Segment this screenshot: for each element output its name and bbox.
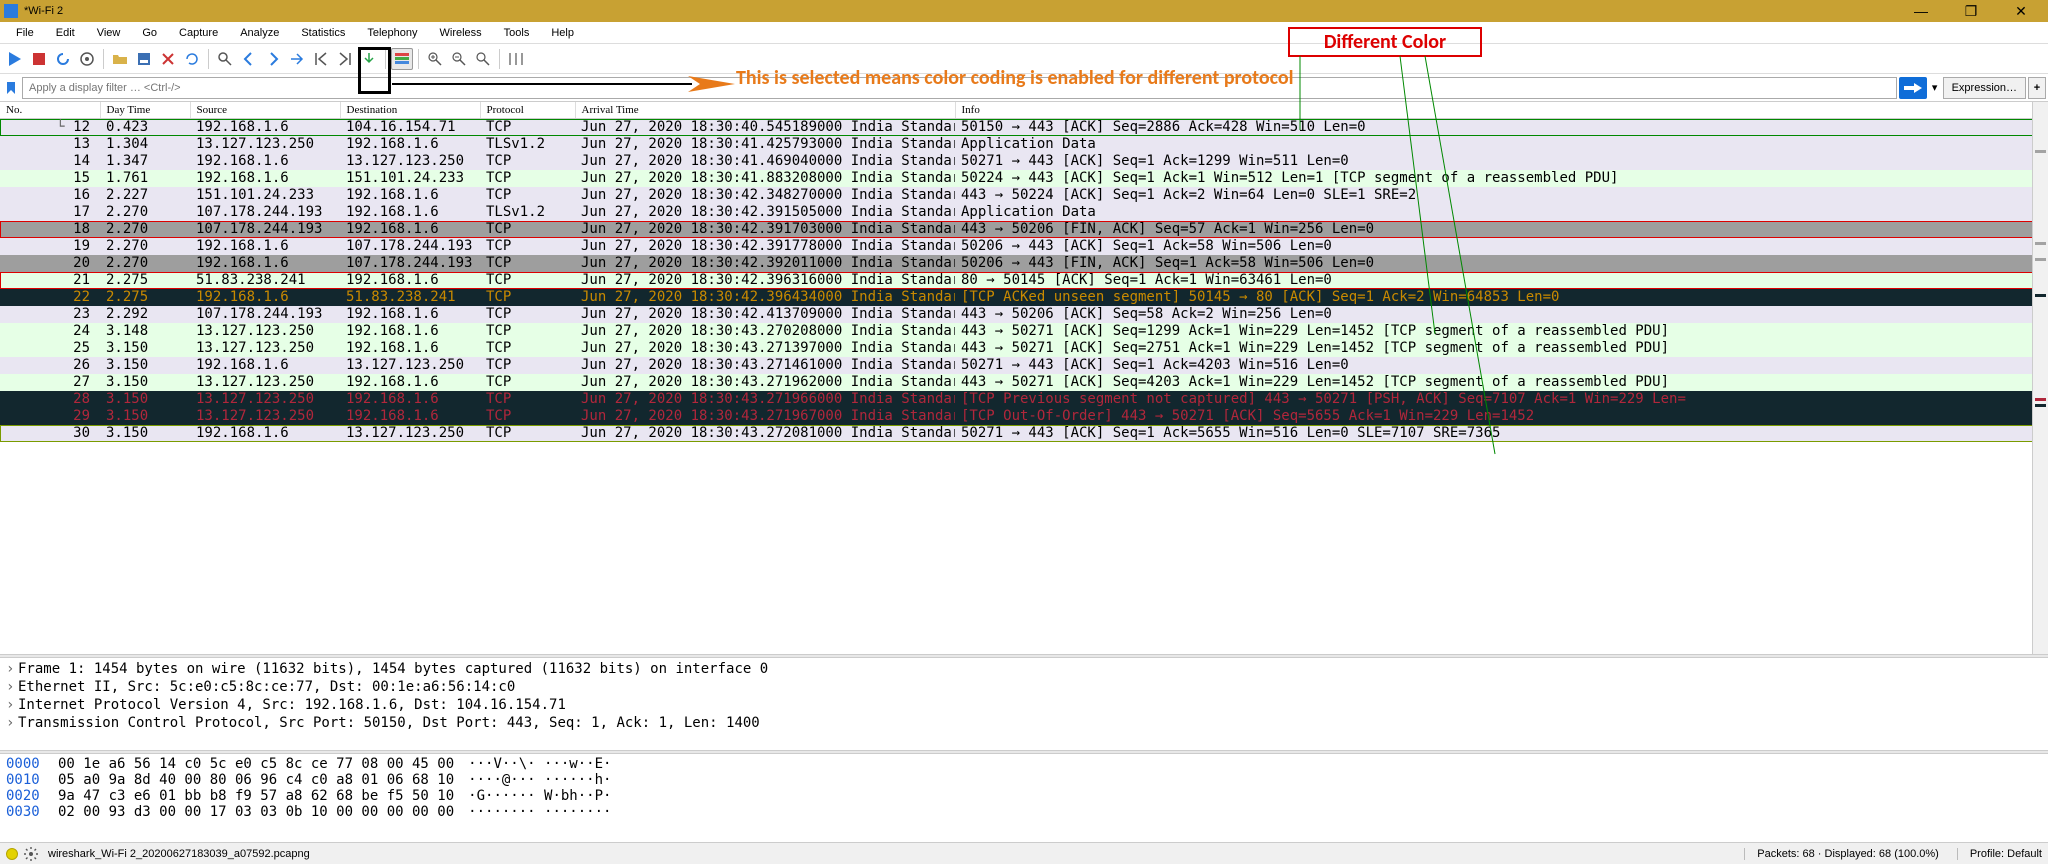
colorize-list-icon[interactable] <box>391 48 413 70</box>
col-dst[interactable]: Destination <box>340 102 480 119</box>
packet-row[interactable]: 202.270192.168.1.6107.178.244.193TCPJun … <box>0 255 2048 272</box>
app-icon <box>4 4 18 18</box>
window-title: *Wi-Fi 2 <box>24 5 63 17</box>
packet-row[interactable]: 131.30413.127.123.250192.168.1.6TLSv1.2J… <box>0 136 2048 153</box>
restart-capture-icon[interactable] <box>52 48 74 70</box>
menu-view[interactable]: View <box>87 25 131 41</box>
packet-row[interactable]: 243.14813.127.123.250192.168.1.6TCPJun 2… <box>0 323 2048 340</box>
apply-filter-button[interactable] <box>1899 77 1927 99</box>
menu-wireless[interactable]: Wireless <box>430 25 492 41</box>
reload-icon[interactable] <box>181 48 203 70</box>
open-file-icon[interactable] <box>109 48 131 70</box>
col-proto[interactable]: Protocol <box>480 102 575 119</box>
filter-dropdown-icon[interactable]: ▾ <box>1929 81 1941 94</box>
menu-go[interactable]: Go <box>132 25 167 41</box>
find-packet-icon[interactable] <box>214 48 236 70</box>
packet-counts: Packets: 68 · Displayed: 68 (100.0%) <box>1744 848 1939 860</box>
go-to-packet-icon[interactable] <box>286 48 308 70</box>
packet-row[interactable]: 293.15013.127.123.250192.168.1.6TCPJun 2… <box>0 408 2048 425</box>
menu-telephony[interactable]: Telephony <box>357 25 427 41</box>
options-icon[interactable] <box>76 48 98 70</box>
col-src[interactable]: Source <box>190 102 340 119</box>
packet-row[interactable]: 232.292107.178.244.193192.168.1.6TCPJun … <box>0 306 2048 323</box>
detail-tcp[interactable]: Transmission Control Protocol, Src Port:… <box>6 714 2042 732</box>
menu-statistics[interactable]: Statistics <box>291 25 355 41</box>
packet-details[interactable]: Frame 1: 1454 bytes on wire (11632 bits)… <box>0 658 2048 750</box>
zoom-reset-icon[interactable] <box>472 48 494 70</box>
packet-row[interactable]: 273.15013.127.123.250192.168.1.6TCPJun 2… <box>0 374 2048 391</box>
menu-analyze[interactable]: Analyze <box>230 25 289 41</box>
menu-bar: File Edit View Go Capture Analyze Statis… <box>0 22 2048 44</box>
packet-row[interactable]: 212.27551.83.238.241192.168.1.6TCPJun 27… <box>0 272 2048 289</box>
packet-row[interactable]: 253.15013.127.123.250192.168.1.6TCPJun 2… <box>0 340 2048 357</box>
toolbar <box>0 44 2048 74</box>
go-back-icon[interactable] <box>238 48 260 70</box>
packet-row[interactable]: 263.150192.168.1.613.127.123.250TCPJun 2… <box>0 357 2048 374</box>
scroll-markers <box>2032 102 2048 654</box>
packet-row[interactable]: 151.761192.168.1.6151.101.24.233TCPJun 2… <box>0 170 2048 187</box>
start-capture-icon[interactable] <box>4 48 26 70</box>
packet-row[interactable]: 182.270107.178.244.193192.168.1.6TCPJun … <box>0 221 2048 238</box>
go-last-icon[interactable] <box>334 48 356 70</box>
go-first-icon[interactable] <box>310 48 332 70</box>
add-filter-button[interactable]: + <box>2028 77 2046 99</box>
col-arrival[interactable]: Arrival Time <box>575 102 955 119</box>
col-info[interactable]: Info <box>955 102 2048 119</box>
minimize-button[interactable]: — <box>1906 3 1936 20</box>
packet-row[interactable]: 222.275192.168.1.651.83.238.241TCPJun 27… <box>0 289 2048 306</box>
detail-frame[interactable]: Frame 1: 1454 bytes on wire (11632 bits)… <box>6 660 2042 678</box>
menu-tools[interactable]: Tools <box>494 25 540 41</box>
bookmark-icon[interactable] <box>2 79 20 97</box>
menu-capture[interactable]: Capture <box>169 25 228 41</box>
packet-row[interactable]: 303.150192.168.1.613.127.123.250TCPJun 2… <box>0 425 2048 442</box>
zoom-out-icon[interactable] <box>448 48 470 70</box>
packet-row[interactable]: 162.227151.101.24.233192.168.1.6TCPJun 2… <box>0 187 2048 204</box>
packet-row[interactable]: 192.270192.168.1.6107.178.244.193TCPJun … <box>0 238 2048 255</box>
resize-cols-icon[interactable] <box>505 48 527 70</box>
menu-file[interactable]: File <box>6 25 44 41</box>
status-bar: wireshark_Wi-Fi 2_20200627183039_a07592.… <box>0 842 2048 864</box>
stop-capture-icon[interactable] <box>28 48 50 70</box>
packet-row[interactable]: └ 120.423192.168.1.6104.16.154.71TCPJun … <box>0 119 2048 136</box>
prefs-icon[interactable] <box>24 847 38 861</box>
display-filter-input[interactable] <box>22 77 1897 99</box>
packet-row[interactable]: 172.270107.178.244.193192.168.1.6TLSv1.2… <box>0 204 2048 221</box>
filter-bar: ▾ Expression… + <box>0 74 2048 102</box>
detail-ip[interactable]: Internet Protocol Version 4, Src: 192.16… <box>6 696 2042 714</box>
menu-help[interactable]: Help <box>541 25 584 41</box>
detail-eth[interactable]: Ethernet II, Src: 5c:e0:c5:8c:ce:77, Dst… <box>6 678 2042 696</box>
go-fwd-icon[interactable] <box>262 48 284 70</box>
maximize-button[interactable]: ❐ <box>1956 3 1986 20</box>
save-file-icon[interactable] <box>133 48 155 70</box>
packet-row[interactable]: 141.347192.168.1.613.127.123.250TCPJun 2… <box>0 153 2048 170</box>
col-time[interactable]: Day Time <box>100 102 190 119</box>
profile-label[interactable]: Profile: Default <box>1957 848 2042 860</box>
packet-bytes[interactable]: 000000 1e a6 56 14 c0 5c e0 c5 8c ce 77 … <box>0 754 2048 842</box>
close-button[interactable]: ✕ <box>2006 3 2036 20</box>
capture-file: wireshark_Wi-Fi 2_20200627183039_a07592.… <box>48 848 310 860</box>
col-no[interactable]: No. <box>0 102 100 119</box>
title-bar: *Wi-Fi 2 — ❐ ✕ <box>0 0 2048 22</box>
packet-list[interactable]: No. Day Time Source Destination Protocol… <box>0 102 2048 654</box>
packet-row[interactable]: 283.15013.127.123.250192.168.1.6TCPJun 2… <box>0 391 2048 408</box>
close-file-icon[interactable] <box>157 48 179 70</box>
expert-info-icon[interactable] <box>6 848 18 860</box>
packet-header-row[interactable]: No. Day Time Source Destination Protocol… <box>0 102 2048 119</box>
zoom-in-icon[interactable] <box>424 48 446 70</box>
auto-scroll-icon[interactable] <box>358 48 380 70</box>
menu-edit[interactable]: Edit <box>46 25 85 41</box>
expression-button[interactable]: Expression… <box>1943 77 2026 99</box>
